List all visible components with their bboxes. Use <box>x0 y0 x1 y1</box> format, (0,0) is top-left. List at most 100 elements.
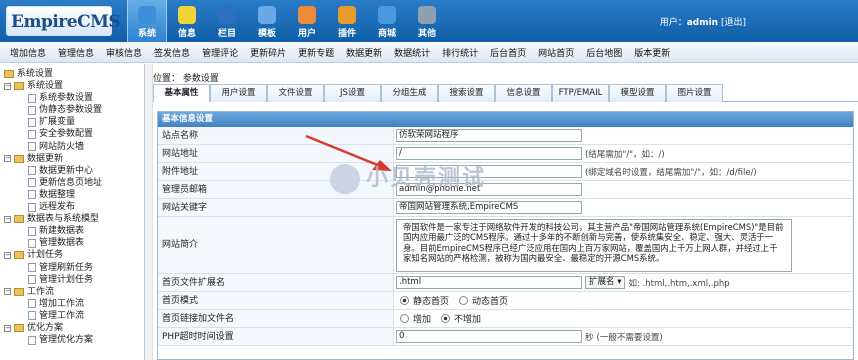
sidebar-item-label: 系统参数设置 <box>39 93 94 104</box>
settings-tabs: 基本属性 用户设置 文件设置 JS设置 分组生成 搜索设置 信息设置 FTP/EMAIL 模型设… <box>153 84 858 102</box>
page-icon <box>28 275 36 285</box>
sidebar-item-label: 伪静态参数设置 <box>39 105 103 116</box>
nav-folder-item[interactable]: 栏目 <box>207 0 247 42</box>
sidebar-scrollbar[interactable] <box>145 64 153 360</box>
description-textarea[interactable]: 帝国软件是一家专注于网络软件开发的科技公司，其主营产品"帝国网站管理系统(Emp… <box>396 218 792 272</box>
menu-item[interactable]: 更新碎片 <box>250 46 286 59</box>
menu-item[interactable]: 数据更新 <box>346 46 382 59</box>
sidebar-item[interactable]: 管理刷新任务 <box>0 262 144 274</box>
nav-edit-item[interactable]: 信息 <box>167 0 207 42</box>
sidebar-group[interactable]: − 数据表与系统模型 <box>0 213 144 225</box>
tab[interactable]: 图片设置 <box>666 84 723 102</box>
nav-template-item[interactable]: 模板 <box>247 0 287 42</box>
text-input[interactable]: 0 <box>396 330 582 343</box>
tab[interactable]: 用户设置 <box>210 84 267 102</box>
sidebar-item[interactable]: 伪静态参数设置 <box>0 104 144 116</box>
collapse-toggle-icon[interactable]: − <box>4 215 11 223</box>
collapse-toggle-icon[interactable]: − <box>4 288 11 296</box>
sidebar-group[interactable]: − 系统设置 <box>0 80 144 92</box>
radio-button[interactable] <box>459 296 469 305</box>
tab[interactable]: 搜索设置 <box>438 84 495 102</box>
menu-item[interactable]: 签发信息 <box>154 46 190 59</box>
page-icon <box>28 142 36 152</box>
sidebar-item-label: 管理计划任务 <box>39 274 94 285</box>
menu-item[interactable]: 数据统计 <box>394 46 430 59</box>
sidebar-group[interactable]: − 数据更新 <box>0 153 144 165</box>
sidebar-group[interactable]: − 优化方案 <box>0 322 144 334</box>
menu-item[interactable]: 管理评论 <box>202 46 238 59</box>
tab[interactable]: 分组生成 <box>381 84 438 102</box>
tab[interactable]: JS设置 <box>324 84 381 102</box>
setting-label: 站点名称 <box>158 127 394 144</box>
tab[interactable]: 信息设置 <box>495 84 552 102</box>
collapse-toggle-icon[interactable]: − <box>4 251 11 259</box>
sidebar-item[interactable]: 管理优化方案 <box>0 334 144 346</box>
collapse-toggle-icon[interactable]: − <box>4 82 11 90</box>
page-icon <box>28 166 36 176</box>
text-input[interactable]: / <box>396 147 582 160</box>
text-input[interactable]: 仿软荣网站程序 <box>396 129 582 142</box>
menu-item[interactable]: 网站首页 <box>538 46 574 59</box>
radio-button[interactable] <box>400 314 409 323</box>
menu-item[interactable]: 更新专题 <box>298 46 334 59</box>
nav-tools-item[interactable]: 插件 <box>327 0 367 42</box>
sidebar-item[interactable]: 管理数据表 <box>0 237 144 249</box>
logout-link[interactable]: [退出] <box>721 18 746 28</box>
nav-label: 系统 <box>137 29 156 39</box>
nav-gear-item[interactable]: 其他 <box>407 0 447 42</box>
sidebar-group[interactable]: − 工作流 <box>0 286 144 298</box>
menu-item[interactable]: 版本更新 <box>634 46 670 59</box>
sidebar-item[interactable]: 数据整理 <box>0 189 144 201</box>
sidebar-item[interactable]: 系统参数设置 <box>0 92 144 104</box>
radio-button[interactable] <box>400 296 409 305</box>
sidebar-item[interactable]: 增加工作流 <box>0 298 144 310</box>
sidebar-item[interactable]: 远程发布 <box>0 201 144 213</box>
sidebar-item[interactable]: 安全参数配置 <box>0 128 144 140</box>
text-input[interactable]: .html <box>396 276 582 289</box>
setting-label: 网站关键字 <box>158 199 394 216</box>
tab[interactable]: FTP/EMAIL <box>552 84 609 102</box>
setting-row: 网站关键字 帝国网站管理系统,EmpireCMS <box>158 199 853 217</box>
setting-row: 首页模式 静态首页 动态首页 <box>158 292 853 310</box>
nav-label: 其他 <box>417 29 436 39</box>
logo[interactable]: EmpireCMS <box>6 6 121 36</box>
menu-item[interactable]: 管理信息 <box>58 46 94 59</box>
sidebar-item[interactable]: 管理计划任务 <box>0 274 144 286</box>
nav-shop-item[interactable]: 商城 <box>367 0 407 42</box>
menu-item[interactable]: 后台首页 <box>490 46 526 59</box>
radio-label: 动态首页 <box>472 297 509 307</box>
sidebar-item-label: 管理工作流 <box>39 310 85 321</box>
menu-item[interactable]: 排行统计 <box>442 46 478 59</box>
menu-item[interactable]: 后台地图 <box>586 46 622 59</box>
tab[interactable]: 基本属性 <box>153 84 210 102</box>
text-input[interactable]: 帝国网站管理系统,EmpireCMS <box>396 201 582 214</box>
sidebar-item[interactable]: 数据更新中心 <box>0 165 144 177</box>
sidebar-item[interactable]: 管理工作流 <box>0 310 144 322</box>
menu-item[interactable]: 增加信息 <box>10 46 46 59</box>
sidebar-group-label: 数据更新 <box>27 153 64 164</box>
sidebar-item[interactable]: 网站防火墙 <box>0 141 144 153</box>
setting-label: 首页模式 <box>158 292 394 309</box>
folder-icon <box>14 215 24 224</box>
tools-icon <box>338 6 356 24</box>
sidebar-item[interactable]: 新建数据表 <box>0 225 144 237</box>
menu-item[interactable]: 审核信息 <box>106 46 142 59</box>
tab[interactable]: 文件设置 <box>267 84 324 102</box>
setting-row: 附件地址 (绑定域名时设置，结尾需加"/"，如：/d/file/) <box>158 163 853 181</box>
setting-label: PHP超时时间设置 <box>158 328 394 345</box>
nav-user-item[interactable]: 用户 <box>287 0 327 42</box>
collapse-toggle-icon[interactable]: − <box>4 324 11 332</box>
edit-icon <box>178 6 196 24</box>
collapse-toggle-icon[interactable]: − <box>4 155 11 163</box>
sidebar-root[interactable]: 系统设置 <box>0 68 144 80</box>
sidebar-group[interactable]: − 计划任务 <box>0 249 144 261</box>
sidebar-item-label: 管理数据表 <box>39 238 85 249</box>
radio-button[interactable] <box>441 314 451 323</box>
extension-select[interactable]: 扩展名 ▾ <box>585 276 626 289</box>
nav-globe-item[interactable]: 系统 <box>127 0 167 42</box>
sidebar-item[interactable]: 更新信息页地址 <box>0 177 144 189</box>
setting-row: 站点名称 仿软荣网站程序 <box>158 127 853 145</box>
setting-row: 网站地址 / (结尾需加"/"，如：/) <box>158 145 853 163</box>
tab[interactable]: 模型设置 <box>609 84 666 102</box>
sidebar-item[interactable]: 扩展变量 <box>0 116 144 128</box>
